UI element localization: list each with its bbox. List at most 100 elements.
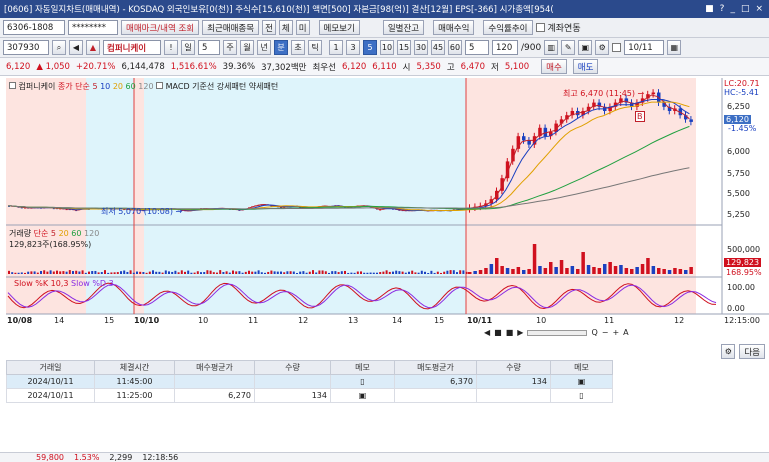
minimize-icon[interactable]: _ bbox=[730, 4, 735, 14]
gear-icon[interactable]: ⚙ bbox=[595, 40, 610, 55]
header-buy-avg[interactable]: 매수평균가 bbox=[174, 360, 255, 375]
date-checkbox[interactable] bbox=[612, 43, 622, 52]
view-count-input[interactable]: 120 bbox=[492, 40, 518, 55]
calendar-icon[interactable]: ▦ bbox=[667, 40, 682, 55]
min-5-button[interactable]: 5 bbox=[363, 40, 377, 55]
header-sell-avg[interactable]: 매도평균가 bbox=[394, 360, 477, 375]
header-sell-memo[interactable]: 메모 bbox=[550, 360, 613, 375]
maximize-icon[interactable]: □ bbox=[741, 4, 750, 14]
stock-code-input[interactable]: 307930 bbox=[3, 40, 49, 55]
account-select[interactable]: 6306-1808 bbox=[3, 20, 65, 35]
scroll-stop-icon[interactable]: ■ bbox=[494, 328, 502, 337]
header-exec-time[interactable]: 체결시간 bbox=[94, 360, 175, 375]
unfilled-button[interactable]: 미 bbox=[295, 20, 310, 35]
recent-trade-button[interactable]: 최근매매종목 bbox=[202, 20, 260, 35]
min-30-button[interactable]: 30 bbox=[414, 40, 428, 55]
all-button[interactable]: 전 bbox=[262, 20, 276, 35]
time-axis-label: 10/10 bbox=[134, 316, 160, 325]
password-input[interactable]: ******** bbox=[68, 20, 118, 35]
alert-icon[interactable]: ! bbox=[164, 40, 178, 55]
date-input[interactable]: 10/11 bbox=[624, 40, 665, 55]
scroll-left-icon[interactable]: ◀ bbox=[484, 328, 490, 337]
memo-view-button[interactable]: 메모보기 bbox=[318, 20, 360, 35]
up-arrow-icon[interactable]: ▲ bbox=[86, 40, 100, 55]
cell-buy-memo[interactable]: ▣ bbox=[330, 388, 395, 403]
table-row[interactable]: 2024/10/11 11:25:00 6,270 134 ▣ ▯ bbox=[6, 388, 613, 403]
sell-button[interactable]: 매도 bbox=[572, 59, 599, 74]
header-buy-qty[interactable]: 수량 bbox=[254, 360, 331, 375]
cell-buy-memo[interactable]: ▯ bbox=[330, 374, 395, 389]
scroll-right-icon[interactable]: ▶ bbox=[517, 328, 523, 337]
filled-button[interactable]: 체 bbox=[278, 20, 293, 35]
min-3-button[interactable]: 3 bbox=[346, 40, 360, 55]
help-icon[interactable]: ? bbox=[720, 4, 725, 14]
volume-bar bbox=[619, 265, 623, 274]
volume-bar bbox=[420, 270, 423, 274]
status-pct: 1.53% bbox=[74, 453, 100, 462]
volume-bar bbox=[11, 272, 14, 274]
min-15-button[interactable]: 15 bbox=[397, 40, 411, 55]
pin-icon[interactable]: ■ bbox=[705, 4, 714, 14]
volume-bar bbox=[56, 270, 58, 274]
header-buy-memo[interactable]: 메모 bbox=[330, 360, 395, 375]
period-month-button[interactable]: 월 bbox=[240, 40, 254, 55]
volume-bar bbox=[8, 270, 10, 274]
period-second-button[interactable]: 초 bbox=[291, 40, 305, 55]
session-zone-pink bbox=[134, 78, 144, 314]
legend-checkbox[interactable] bbox=[9, 82, 16, 89]
volume-bar bbox=[88, 271, 90, 274]
memo-edit-icon[interactable]: ▣ bbox=[359, 391, 367, 400]
min-60-button[interactable]: 60 bbox=[448, 40, 462, 55]
volume-bar bbox=[603, 264, 607, 274]
min-10-button[interactable]: 10 bbox=[380, 40, 394, 55]
daily-balance-button[interactable]: 일별잔고 bbox=[382, 20, 425, 35]
next-button[interactable]: 다음 bbox=[739, 344, 765, 359]
account-link-checkbox[interactable] bbox=[535, 23, 545, 32]
prev-arrow-icon[interactable]: ◀ bbox=[69, 40, 83, 55]
candle bbox=[689, 119, 693, 122]
ma-120-label: 120 bbox=[138, 82, 154, 91]
zoom-out-icon[interactable]: − bbox=[602, 328, 609, 337]
memo-icon[interactable]: ▯ bbox=[579, 391, 583, 400]
scroll-pause-icon[interactable]: ■ bbox=[506, 328, 514, 337]
period-minute-button[interactable]: 분 bbox=[274, 40, 288, 55]
header-sell-qty[interactable]: 수량 bbox=[476, 360, 551, 375]
memo-icon[interactable]: ▯ bbox=[360, 377, 364, 386]
search-icon[interactable]: ⌕ bbox=[52, 40, 66, 55]
return-trend-button[interactable]: 수익률추이 bbox=[483, 20, 533, 35]
trade-profit-button[interactable]: 매매수익 bbox=[433, 20, 475, 35]
memo-edit-icon[interactable]: ▣ bbox=[578, 377, 586, 386]
close-icon[interactable]: × bbox=[755, 4, 763, 14]
volume-bar bbox=[613, 266, 618, 274]
macd-checkbox[interactable] bbox=[156, 82, 164, 89]
period-day-button[interactable]: 일 bbox=[181, 40, 195, 55]
volume-bar bbox=[299, 271, 302, 274]
tools-icon[interactable]: ✎ bbox=[561, 40, 576, 55]
gear-icon[interactable]: ⚙ bbox=[721, 344, 736, 359]
table-row[interactable]: 2024/10/11 11:45:00 ▯ 6,370 134 ▣ bbox=[6, 374, 613, 389]
cell-sell-memo[interactable]: ▣ bbox=[550, 374, 613, 389]
period-year-button[interactable]: 년 bbox=[257, 40, 271, 55]
trade-mark-query-button[interactable]: 매매마크/내역 조회 bbox=[121, 20, 200, 35]
buy-mark-icon[interactable]: B bbox=[635, 111, 645, 122]
volume-bar bbox=[315, 272, 318, 274]
min-45-button[interactable]: 45 bbox=[431, 40, 445, 55]
chart-area[interactable]: 컴퍼니케이 종가 단순 5 10 20 60 120 MACD 기준선 강세패턴… bbox=[0, 78, 769, 340]
scrollbar[interactable] bbox=[527, 330, 588, 336]
period-tick-button[interactable]: 틱 bbox=[308, 40, 322, 55]
period-week-button[interactable]: 주 bbox=[223, 40, 237, 55]
volume-bar bbox=[177, 272, 180, 274]
cell-sell-memo[interactable]: ▯ bbox=[550, 388, 613, 403]
volume-current-value: 129,823주(168.95%) bbox=[9, 240, 92, 249]
auto-scale-icon[interactable]: A bbox=[623, 328, 628, 337]
chart-type-icon[interactable]: ▥ bbox=[544, 40, 559, 55]
interval-select[interactable]: 5 bbox=[465, 40, 489, 55]
min-1-button[interactable]: 1 bbox=[329, 40, 343, 55]
header-trade-date[interactable]: 거래일 bbox=[6, 360, 95, 375]
buy-button[interactable]: 매수 bbox=[541, 59, 567, 74]
zoom-in-icon[interactable]: + bbox=[612, 328, 619, 337]
period-value-select[interactable]: 5 bbox=[198, 40, 220, 55]
zoom-icon[interactable]: Q bbox=[591, 328, 597, 337]
save-icon[interactable]: ▣ bbox=[578, 40, 593, 55]
volume-bar bbox=[190, 272, 193, 274]
